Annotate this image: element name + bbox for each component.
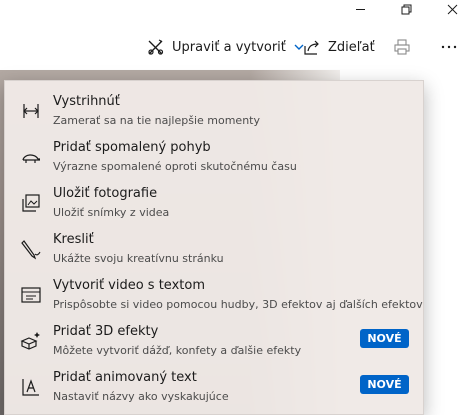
menu-item-slow-motion[interactable]: Pridať spomalený pohyb Výrazne spomalené… bbox=[5, 135, 425, 181]
menu-item-subtitle: Zamerať sa na tie najlepšie momenty bbox=[53, 114, 260, 127]
menu-item-title: Uložiť fotografie bbox=[53, 186, 158, 201]
print-button[interactable] bbox=[393, 30, 418, 64]
menu-item-subtitle: Uložiť snímky z videa bbox=[53, 206, 170, 219]
video-text-icon bbox=[20, 284, 42, 306]
edit-create-button[interactable]: Upraviť a vytvoriť bbox=[147, 30, 304, 64]
menu-item-video-with-text[interactable]: Vytvoriť video s textom Prispôsobte si v… bbox=[5, 273, 425, 319]
menu-item-subtitle: Výrazne spomalené oproti skutočnému času bbox=[53, 160, 297, 173]
more-options-button[interactable] bbox=[440, 30, 465, 64]
draw-icon bbox=[20, 238, 42, 260]
print-icon bbox=[394, 39, 410, 55]
menu-item-subtitle: Môžete vytvoriť dážď, konfety a ďalšie e… bbox=[53, 344, 302, 357]
command-bar: Upraviť a vytvoriť Zdieľať bbox=[0, 30, 475, 64]
slow-motion-icon bbox=[20, 146, 42, 168]
menu-item-draw[interactable]: Kresliť Ukážte svoju kreatívnu stránku bbox=[5, 227, 425, 273]
menu-item-title: Vystrihnúť bbox=[53, 94, 120, 109]
more-icon bbox=[441, 45, 457, 49]
menu-item-subtitle: Ukážte svoju kreatívnu stránku bbox=[53, 252, 224, 265]
share-button[interactable]: Zdieľať bbox=[303, 30, 375, 64]
share-label: Zdieľať bbox=[328, 39, 375, 55]
menu-item-title: Pridať animovaný text bbox=[53, 370, 197, 385]
animated-text-icon bbox=[20, 376, 42, 398]
menu-item-animated-text[interactable]: Pridať animovaný text Nastaviť názvy ako… bbox=[5, 365, 425, 411]
close-icon bbox=[447, 4, 457, 14]
menu-item-subtitle: Nastaviť názvy ako vyskakujúce bbox=[53, 390, 229, 403]
menu-item-trim[interactable]: Vystrihnúť Zamerať sa na tie najlepšie m… bbox=[5, 89, 425, 135]
restore-button[interactable] bbox=[383, 0, 429, 18]
3d-effects-icon bbox=[20, 330, 42, 352]
share-icon bbox=[304, 40, 319, 55]
restore-icon bbox=[401, 4, 411, 14]
menu-item-title: Pridať 3D efekty bbox=[53, 324, 159, 339]
edit-create-menu: Vystrihnúť Zamerať sa na tie najlepšie m… bbox=[4, 80, 424, 415]
menu-item-subtitle: Prispôsobte si video pomocou hudby, 3D e… bbox=[53, 298, 423, 311]
menu-item-title: Vytvoriť video s textom bbox=[53, 278, 205, 293]
save-photos-icon bbox=[20, 192, 42, 214]
menu-item-save-photos[interactable]: Uložiť fotografie Uložiť snímky z videa bbox=[5, 181, 425, 227]
trim-icon bbox=[20, 100, 42, 122]
menu-item-title: Kresliť bbox=[53, 232, 94, 247]
menu-item-title: Pridať spomalený pohyb bbox=[53, 140, 211, 155]
window-caption-buttons bbox=[337, 0, 475, 18]
new-badge: NOVÉ bbox=[360, 375, 409, 394]
edit-create-label: Upraviť a vytvoriť bbox=[172, 39, 286, 55]
edit-create-icon bbox=[148, 39, 164, 55]
minimize-icon bbox=[355, 8, 365, 10]
close-button[interactable] bbox=[429, 0, 475, 18]
minimize-button[interactable] bbox=[337, 0, 383, 18]
menu-item-3d-effects[interactable]: Pridať 3D efekty Môžete vytvoriť dážď, k… bbox=[5, 319, 425, 365]
new-badge: NOVÉ bbox=[360, 329, 409, 348]
